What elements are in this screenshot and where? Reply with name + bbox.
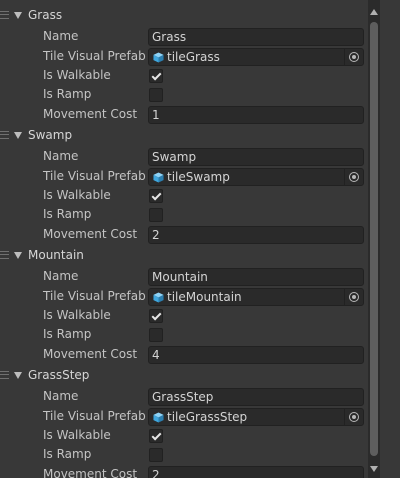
ramp-label: Is Ramp: [43, 87, 92, 101]
walkable-label: Is Walkable: [43, 188, 111, 202]
object-picker-icon[interactable]: [344, 289, 363, 305]
prefab-label: Tile Visual Prefab: [43, 169, 146, 183]
tile-foldout-header[interactable]: Mountain: [0, 246, 368, 266]
tile-header-label: Swamp: [28, 128, 73, 142]
ramp-label: Is Ramp: [43, 207, 92, 221]
ramp-label: Is Ramp: [43, 447, 92, 461]
ramp-checkbox[interactable]: [149, 88, 163, 102]
tile-entry: Grass Name Tile Visual Prefab tileGrass Is W…: [0, 0, 368, 124]
prefab-name: tileGrass: [167, 50, 220, 64]
tile-entry: Mountain Name Tile Visual Prefab tileMounta…: [0, 240, 368, 364]
object-picker-icon[interactable]: [344, 409, 363, 425]
tile-type-list: Grass Name Tile Visual Prefab tileGrass Is W…: [0, 0, 368, 478]
tile-foldout-header[interactable]: Grass: [0, 6, 368, 26]
walkable-label: Is Walkable: [43, 428, 111, 442]
drag-handle-icon[interactable]: [0, 251, 9, 259]
scroll-up-arrow-icon[interactable]: [370, 9, 378, 15]
tile-header-label: Grass: [28, 8, 63, 22]
name-row: Name: [0, 27, 368, 47]
object-picker-icon[interactable]: [344, 49, 363, 65]
prefab-label: Tile Visual Prefab: [43, 289, 146, 303]
movement-cost-field[interactable]: [148, 466, 364, 478]
name-row: Name: [0, 267, 368, 287]
ramp-checkbox[interactable]: [149, 328, 163, 342]
walkable-row: Is Walkable: [0, 66, 368, 86]
ramp-checkbox[interactable]: [149, 208, 163, 222]
object-picker-icon[interactable]: [344, 169, 363, 185]
prefab-object-field[interactable]: tileGrassStep: [148, 408, 364, 426]
cost-label: Movement Cost: [43, 227, 138, 241]
walkable-checkbox[interactable]: [149, 309, 163, 323]
cost-label: Movement Cost: [43, 467, 138, 478]
name-field[interactable]: [148, 388, 364, 406]
walkable-row: Is Walkable: [0, 426, 368, 446]
right-gutter: [380, 0, 400, 478]
triangle-down-icon[interactable]: [14, 372, 22, 379]
name-label: Name: [43, 149, 79, 163]
name-row: Name: [0, 147, 368, 167]
tile-entry: GrassStep Name Tile Visual Prefab tileGrass…: [0, 360, 368, 478]
ramp-row: Is Ramp: [0, 205, 368, 225]
prefab-cube-icon: [153, 172, 164, 183]
tile-foldout-header[interactable]: Swamp: [0, 126, 368, 146]
ramp-row: Is Ramp: [0, 325, 368, 345]
cost-label: Movement Cost: [43, 107, 138, 121]
walkable-checkbox[interactable]: [149, 189, 163, 203]
walkable-label: Is Walkable: [43, 308, 111, 322]
name-field[interactable]: [148, 148, 364, 166]
prefab-label: Tile Visual Prefab: [43, 49, 146, 63]
prefab-name: tileMountain: [167, 290, 242, 304]
prefab-name: tileSwamp: [167, 170, 230, 184]
ramp-label: Is Ramp: [43, 327, 92, 341]
triangle-down-icon[interactable]: [14, 12, 22, 19]
cost-row: Movement Cost: [0, 465, 368, 478]
drag-handle-icon[interactable]: [0, 131, 9, 139]
prefab-object-field[interactable]: tileMountain: [148, 288, 364, 306]
prefab-row: Tile Visual Prefab tileSwamp: [0, 167, 368, 187]
name-field[interactable]: [148, 28, 364, 46]
prefab-name: tileGrassStep: [167, 410, 248, 424]
name-label: Name: [43, 389, 79, 403]
name-row: Name: [0, 387, 368, 407]
drag-handle-icon[interactable]: [0, 11, 9, 19]
tile-header-label: Mountain: [28, 248, 84, 262]
walkable-label: Is Walkable: [43, 68, 111, 82]
scrollbar-thumb[interactable]: [370, 22, 378, 456]
tile-foldout-header[interactable]: GrassStep: [0, 366, 368, 386]
triangle-down-icon[interactable]: [14, 252, 22, 259]
prefab-label: Tile Visual Prefab: [43, 409, 146, 423]
walkable-row: Is Walkable: [0, 306, 368, 326]
ramp-checkbox[interactable]: [149, 448, 163, 462]
prefab-cube-icon: [153, 52, 164, 63]
prefab-row: Tile Visual Prefab tileMountain: [0, 287, 368, 307]
walkable-checkbox[interactable]: [149, 69, 163, 83]
name-label: Name: [43, 29, 79, 43]
prefab-cube-icon: [153, 292, 164, 303]
tile-entry: Swamp Name Tile Visual Prefab tileSwamp Is W…: [0, 120, 368, 244]
triangle-down-icon[interactable]: [14, 132, 22, 139]
walkable-row: Is Walkable: [0, 186, 368, 206]
name-field[interactable]: [148, 268, 364, 286]
prefab-cube-icon: [153, 412, 164, 423]
drag-handle-icon[interactable]: [0, 371, 9, 379]
cost-label: Movement Cost: [43, 347, 138, 361]
prefab-row: Tile Visual Prefab tileGrassStep: [0, 407, 368, 427]
name-label: Name: [43, 269, 79, 283]
prefab-object-field[interactable]: tileSwamp: [148, 168, 364, 186]
ramp-row: Is Ramp: [0, 85, 368, 105]
walkable-checkbox[interactable]: [149, 429, 163, 443]
tile-header-label: GrassStep: [28, 368, 90, 382]
ramp-row: Is Ramp: [0, 445, 368, 465]
scroll-down-arrow-icon[interactable]: [370, 466, 378, 472]
prefab-row: Tile Visual Prefab tileGrass: [0, 47, 368, 67]
prefab-object-field[interactable]: tileGrass: [148, 48, 364, 66]
vertical-scrollbar[interactable]: [368, 0, 380, 478]
